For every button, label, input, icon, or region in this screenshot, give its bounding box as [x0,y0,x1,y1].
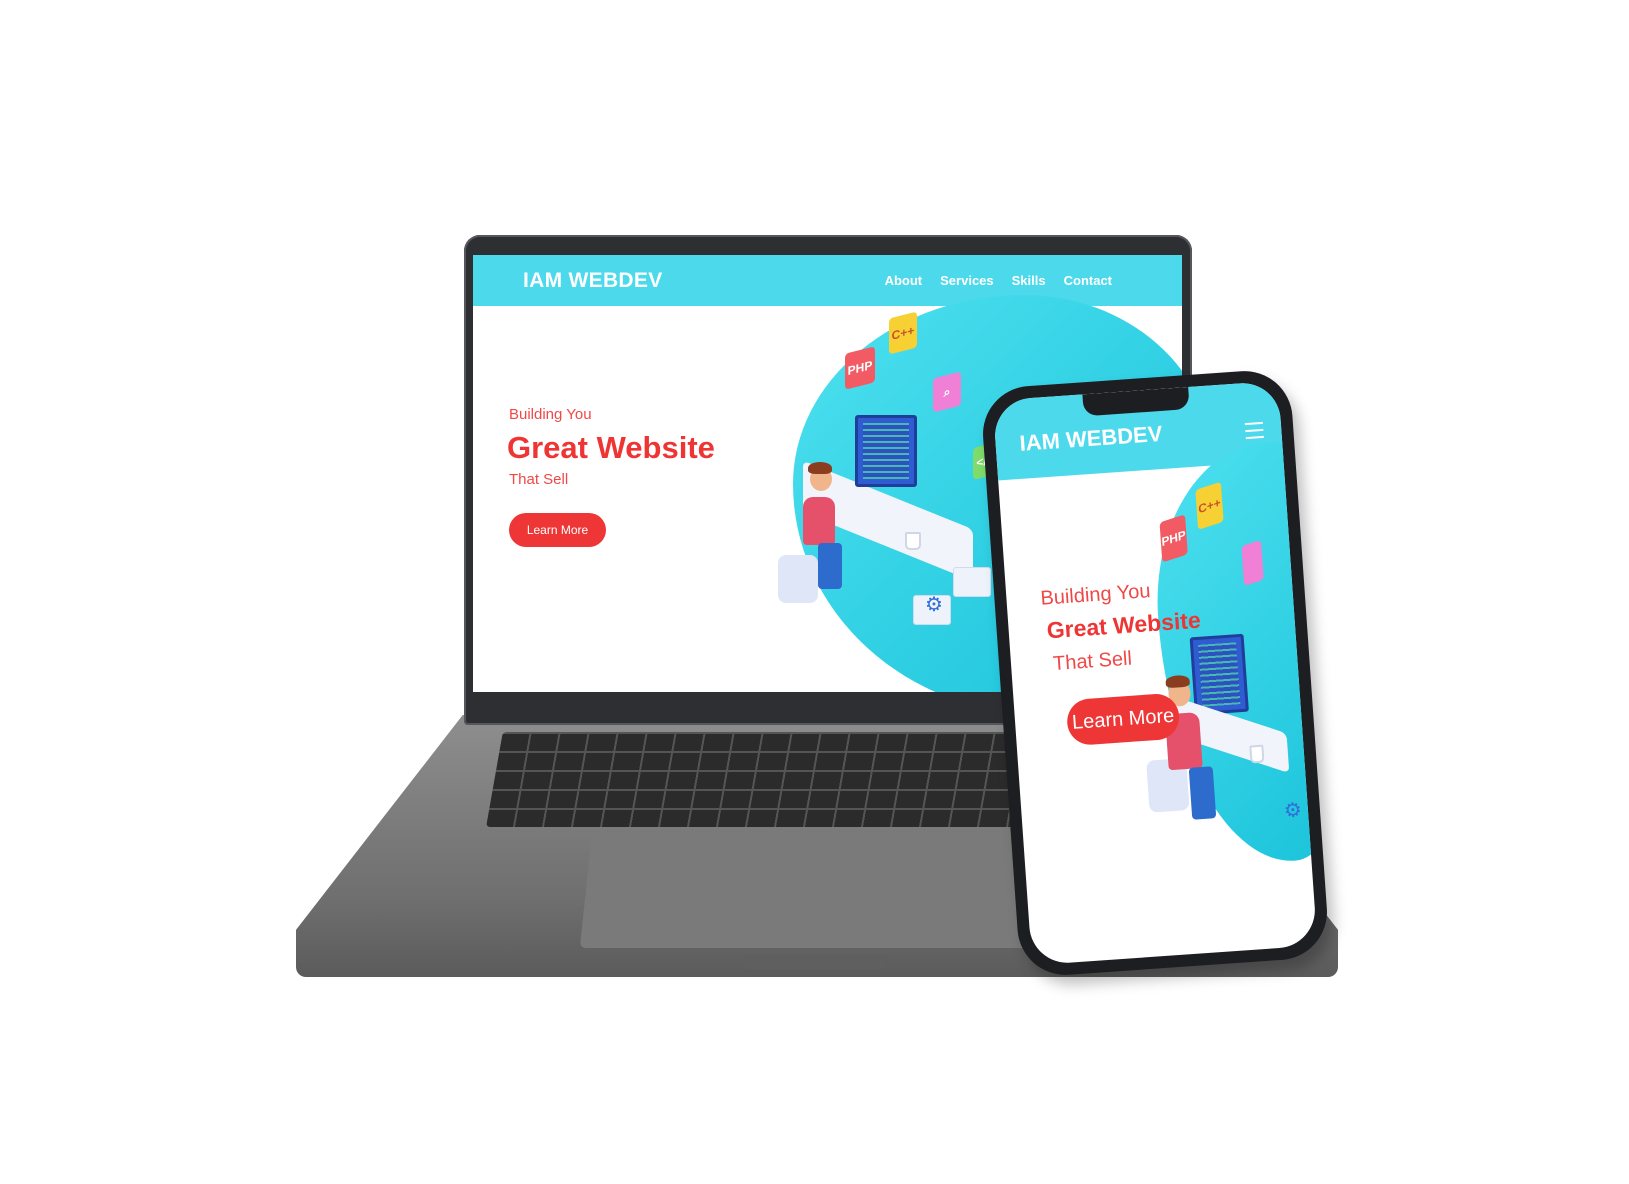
phone-screen: IAM WEBDEV PHP C++ ⚙ Building You Great … [992,380,1318,966]
platform-block [953,567,991,597]
learn-more-button[interactable]: Learn More [509,513,606,547]
developer-legs [818,543,842,589]
cplusplus-cube-icon: C++ [1195,481,1224,530]
php-cube-icon: PHP [845,346,875,390]
laptop-opening-notch [742,955,888,969]
laptop-trackpad [579,830,1053,948]
hero-headline: Great Website [507,430,715,465]
gear-icon: ⚙ [925,594,943,616]
nav-link-about[interactable]: About [885,273,923,288]
developer-hair [808,462,832,474]
chair [778,555,818,603]
desktop-menu: About Services Skills Contact [885,273,1112,288]
gear-icon: ⚙ [1283,799,1303,823]
laptop-keyboard [486,732,1063,827]
desktop-navbar: IAM WEBDEV About Services Skills Contact [473,255,1182,306]
developer-hair [1165,674,1191,689]
mobile-hero-kicker: Building You [1039,580,1152,610]
monitor [855,415,917,487]
desktop-logo[interactable]: IAM WEBDEV [523,269,663,293]
search-cube-icon [1241,539,1264,587]
smartphone: IAM WEBDEV PHP C++ ⚙ Building You Great … [979,367,1331,979]
cplusplus-cube-icon: C++ [889,311,917,355]
nav-link-skills[interactable]: Skills [1012,273,1046,288]
hero-subtitle: That Sell [509,471,569,488]
search-cube-icon: ⌕ [933,371,961,413]
monitor [1189,633,1249,716]
developer-figure [803,497,835,545]
mobile-logo[interactable]: IAM WEBDEV [1019,421,1163,457]
nav-link-services[interactable]: Services [940,273,994,288]
coffee-mug [905,532,921,550]
nav-link-contact[interactable]: Contact [1064,273,1112,288]
coffee-mug [1249,744,1265,764]
developer-legs [1188,766,1217,820]
hero-kicker: Building You [509,406,592,423]
device-mockup-scene: IAM WEBDEV About Services Skills Contact… [0,0,1629,1184]
hamburger-menu-icon[interactable] [1244,421,1264,440]
mobile-learn-more-button[interactable]: Learn More [1065,692,1181,747]
mobile-hero-subtitle: That Sell [1052,647,1133,676]
php-cube-icon: PHP [1159,514,1188,563]
